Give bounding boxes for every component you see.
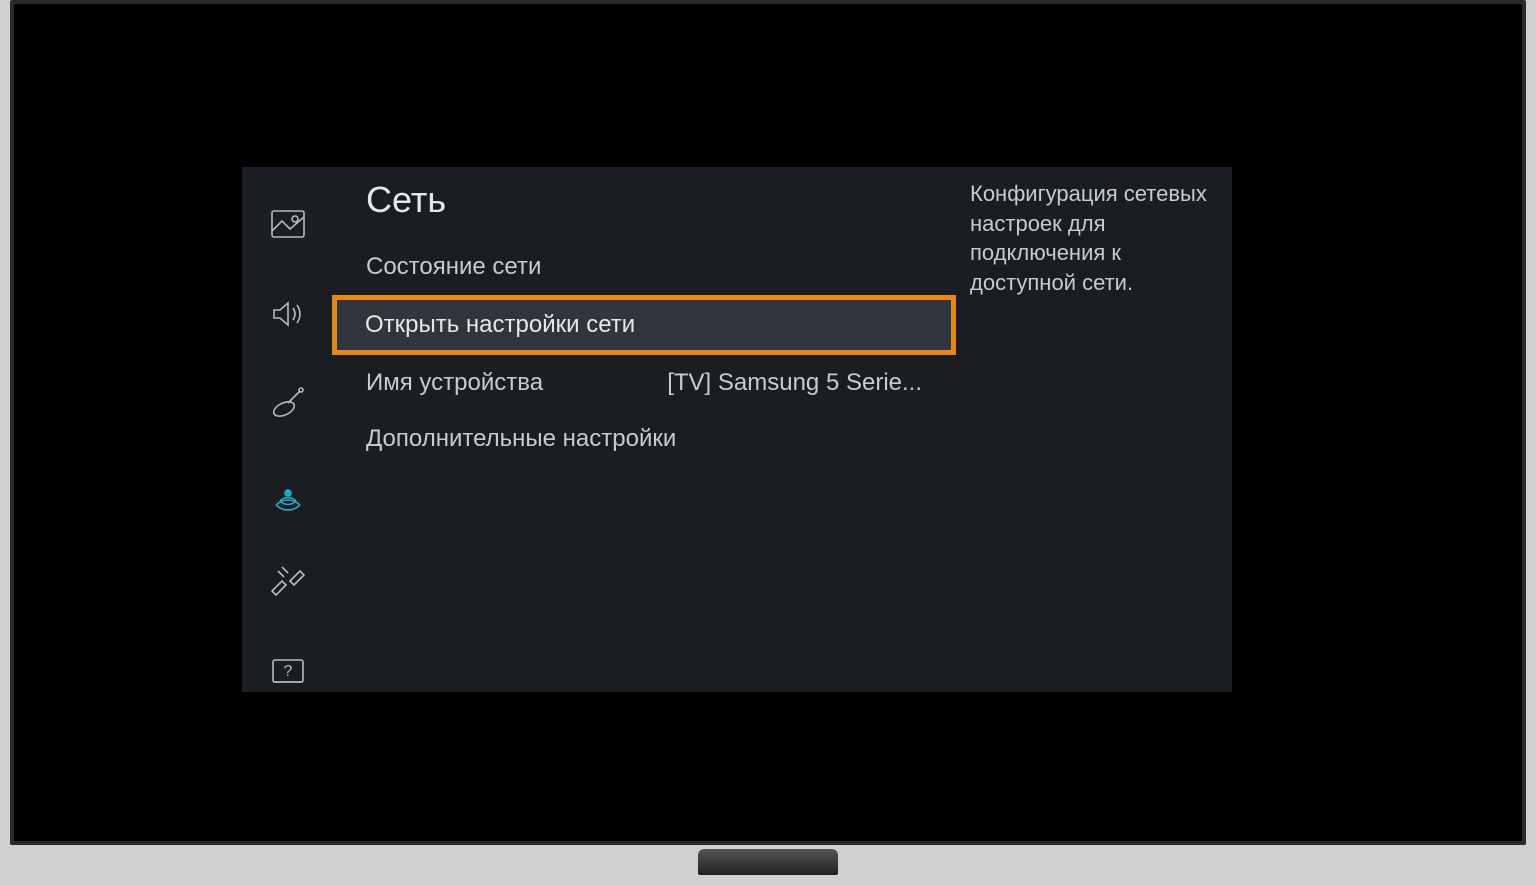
description-text: Конфигурация сетевых настроек для подклю… [970, 181, 1207, 295]
tv-stand [698, 849, 838, 875]
system-icon[interactable] [268, 564, 308, 602]
settings-content: Сеть Состояние сети Открыть настройки се… [334, 167, 954, 692]
menu-list: Состояние сети Открыть настройки сети Им… [334, 233, 954, 467]
menu-item-expert-settings[interactable]: Дополнительные настройки [334, 411, 954, 467]
support-icon[interactable]: ? [268, 654, 308, 692]
menu-item-label: Состояние сети [366, 253, 541, 281]
sound-icon[interactable] [268, 295, 308, 333]
tv-screen: ? Сеть Состояние сети Открыть настройки … [42, 32, 1494, 813]
svg-text:?: ? [284, 663, 293, 680]
menu-item-device-name[interactable]: Имя устройства [TV] Samsung 5 Serie... [334, 355, 954, 411]
tv-frame: ? Сеть Состояние сети Открыть настройки … [10, 0, 1526, 845]
description-panel: Конфигурация сетевых настроек для подклю… [954, 167, 1232, 692]
menu-item-label: Дополнительные настройки [366, 425, 676, 453]
settings-icon-sidebar: ? [242, 167, 334, 692]
settings-menu-panel: ? Сеть Состояние сети Открыть настройки … [242, 167, 1232, 692]
menu-item-label: Открыть настройки сети [365, 311, 635, 339]
picture-icon[interactable] [268, 205, 308, 243]
menu-item-label: Имя устройства [366, 369, 543, 397]
menu-item-network-status[interactable]: Состояние сети [334, 239, 954, 295]
menu-item-open-network-settings[interactable]: Открыть настройки сети [332, 295, 956, 355]
section-title: Сеть [334, 173, 954, 233]
network-icon[interactable] [268, 474, 308, 512]
menu-item-value: [TV] Samsung 5 Serie... [667, 369, 922, 397]
broadcast-icon[interactable] [268, 385, 308, 423]
